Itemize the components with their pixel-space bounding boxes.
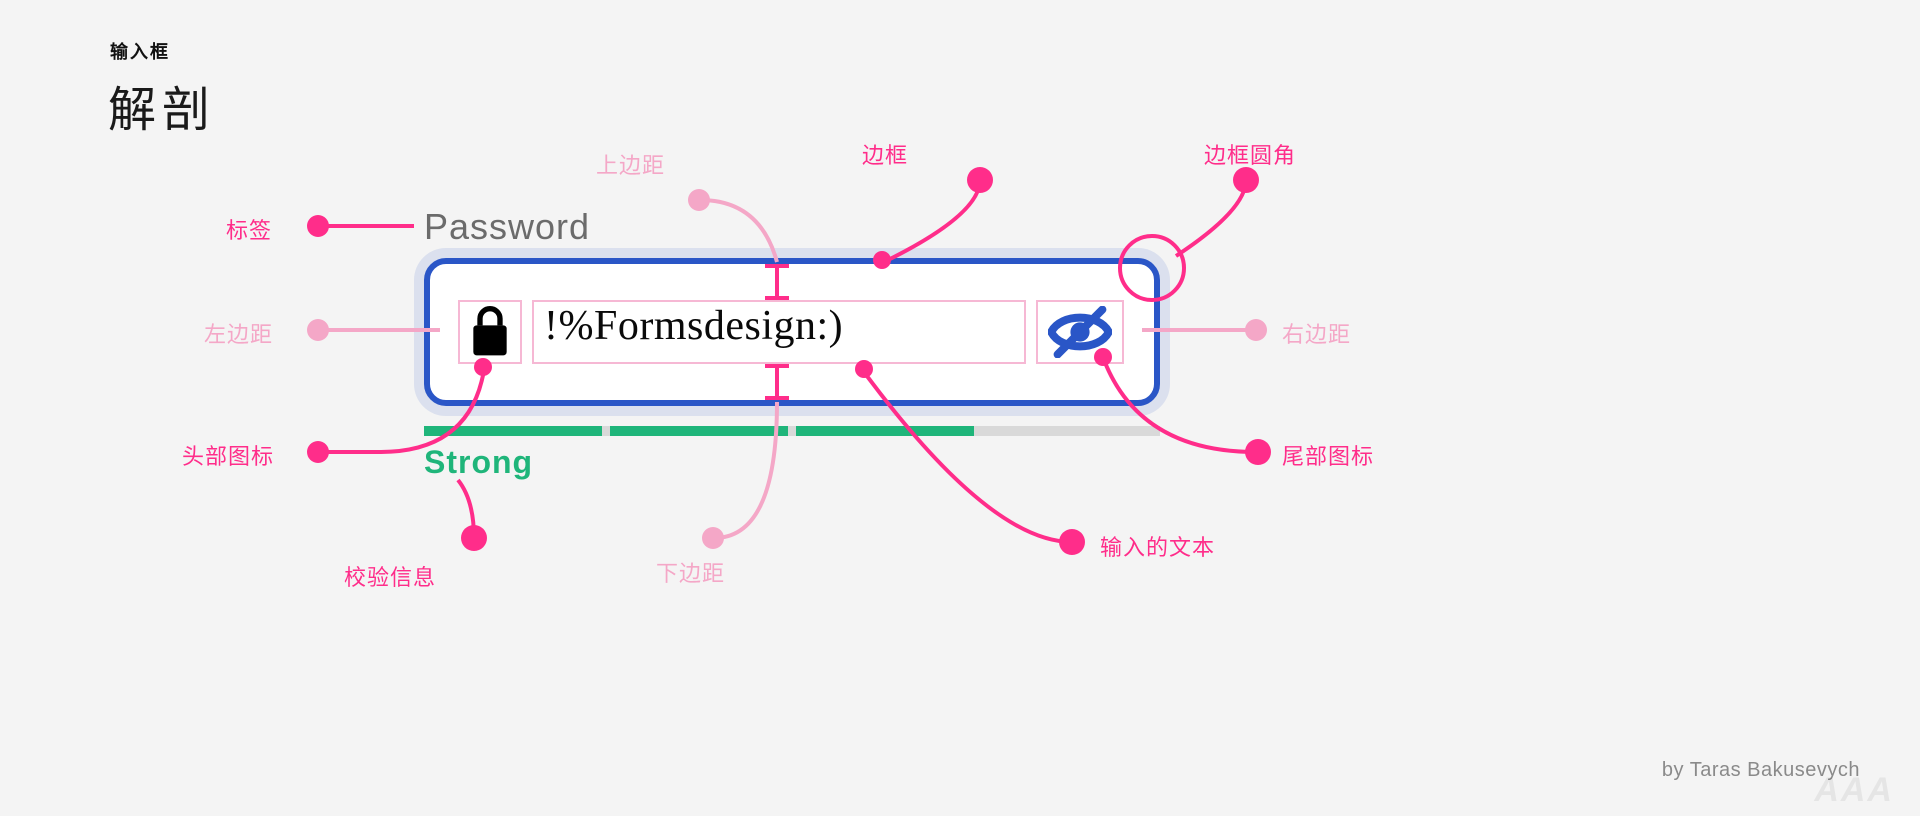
- callout-dot: [702, 527, 724, 549]
- callout-input-text: 输入的文本: [1100, 530, 1215, 562]
- border-radius-highlight: [1118, 234, 1186, 302]
- callout-dot: [1059, 529, 1085, 555]
- callout-dot: [461, 525, 487, 551]
- top-padding-indicator: [775, 264, 779, 300]
- callout-dot: [1094, 348, 1112, 366]
- callout-dot: [307, 441, 329, 463]
- bottom-padding-indicator: [775, 364, 779, 400]
- callout-border-radius: 边框圆角: [1204, 138, 1296, 170]
- callout-bottom-padding: 下边距: [656, 556, 725, 588]
- strength-bar-seg: [796, 426, 974, 436]
- callout-leading-icon: 头部图标: [182, 439, 274, 471]
- watermark: AAA: [1814, 771, 1894, 810]
- callout-right-padding: 右边距: [1282, 317, 1351, 349]
- anatomy-diagram: 输入框 解剖 Password !%Formsdesign:) Strong: [0, 0, 1920, 816]
- callout-validation: 校验信息: [344, 560, 436, 592]
- callout-left-padding: 左边距: [204, 317, 273, 349]
- connectors: [0, 0, 1920, 816]
- strength-bar-seg: [424, 426, 602, 436]
- callout-top-padding: 上边距: [596, 148, 665, 180]
- callout-dot: [1245, 439, 1271, 465]
- callout-dot: [967, 167, 993, 193]
- callout-dot: [1245, 319, 1267, 341]
- page-title: 解剖: [108, 70, 216, 140]
- field-label: Password: [424, 206, 590, 248]
- callout-trailing-icon: 尾部图标: [1282, 439, 1374, 471]
- input-value: !%Formsdesign:): [544, 302, 843, 350]
- callout-dot: [1233, 167, 1259, 193]
- callout-dot: [474, 358, 492, 376]
- kicker: 输入框: [110, 38, 170, 64]
- callout-label: 标签: [226, 213, 272, 245]
- callout-dot: [873, 251, 891, 269]
- strength-label: Strong: [424, 444, 533, 481]
- callout-dot: [307, 319, 329, 341]
- lock-icon: [470, 304, 510, 360]
- callout-dot: [855, 360, 873, 378]
- strength-bar-seg: [610, 426, 788, 436]
- callout-dot: [688, 189, 710, 211]
- callout-dot: [307, 215, 329, 237]
- callout-border: 边框: [862, 138, 908, 170]
